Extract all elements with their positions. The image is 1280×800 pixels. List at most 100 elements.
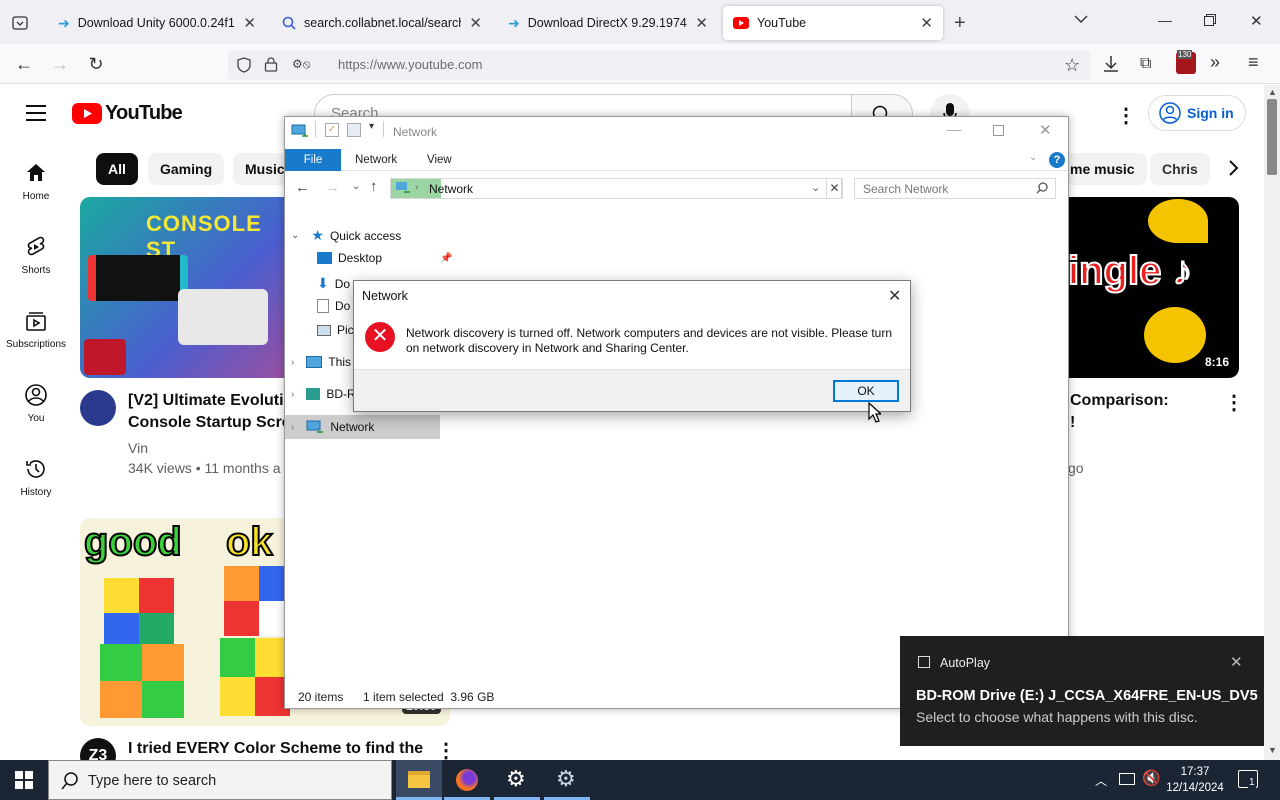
collapsed-chevron-icon[interactable]: ›	[291, 389, 294, 400]
close-tab-icon[interactable]: ✕	[920, 14, 933, 32]
quick-access-dropdown-icon[interactable]: ▾	[369, 121, 374, 132]
restore-icon[interactable]	[1204, 14, 1216, 26]
back-icon[interactable]: ←	[295, 179, 310, 196]
browser-tab-directx[interactable]: ➜ Download DirectX 9.29.1974.1 f ✕	[498, 6, 718, 40]
tab-view[interactable]: View	[413, 149, 466, 171]
channel-name[interactable]: Vin	[128, 440, 148, 456]
sidebar-item-history[interactable]: History	[0, 457, 72, 498]
chip-christmas[interactable]: Chris	[1150, 153, 1210, 185]
video-title-line2[interactable]: !	[1070, 412, 1075, 434]
close-dialog-icon[interactable]: ✕	[888, 286, 901, 306]
show-hidden-icons-icon[interactable]: ︿	[1095, 772, 1107, 789]
pin-icon[interactable]: 📌	[440, 253, 452, 264]
bookmark-star-icon[interactable]: ☆	[1064, 55, 1080, 76]
minimize-icon[interactable]: —	[1158, 12, 1172, 28]
url-bar[interactable]: ⚙⦸ https://www.youtube.com	[228, 50, 1090, 80]
sign-in-button[interactable]: Sign in	[1148, 95, 1246, 131]
tree-item-downloads[interactable]: ⬇ Do	[317, 275, 350, 292]
tree-item-network[interactable]: › Network	[285, 415, 440, 439]
address-dropdown-icon[interactable]: ⌄	[811, 181, 820, 194]
forward-icon[interactable]: →	[46, 50, 74, 78]
maximize-icon[interactable]	[993, 125, 1004, 136]
new-tab-icon[interactable]: +	[954, 12, 966, 35]
tree-item-quick-access[interactable]: ⌄ ★ Quick access	[291, 227, 401, 244]
notification-center-icon[interactable]: 1	[1238, 770, 1258, 788]
hamburger-menu-icon[interactable]	[26, 105, 46, 121]
sidebar-item-shorts[interactable]: Shorts	[0, 235, 72, 276]
sidebar-item-home[interactable]: Home	[0, 161, 72, 202]
channel-avatar[interactable]	[80, 390, 116, 426]
menu-icon[interactable]: ≡	[1248, 52, 1259, 73]
sidebar-item-subscriptions[interactable]: Subscriptions	[0, 309, 72, 350]
properties-icon[interactable]: ✓	[325, 123, 339, 137]
tree-item-pictures[interactable]: Pic	[317, 323, 354, 337]
video-title-line2[interactable]: Console Startup Scree	[128, 412, 300, 434]
taskbar-search-box[interactable]: Type here to search	[48, 760, 392, 800]
tree-item-this-pc[interactable]: › This	[291, 355, 351, 369]
chip-gaming[interactable]: Gaming	[148, 153, 225, 185]
setup-taskbar-button[interactable]: ⚙	[544, 760, 590, 800]
minimize-icon[interactable]: —	[947, 121, 961, 137]
url-text[interactable]: https://www.youtube.com	[338, 57, 483, 72]
more-options-icon[interactable]: ⋮	[1116, 103, 1136, 128]
browser-tab-search[interactable]: search.collabnet.local/search ✕	[272, 6, 492, 40]
tree-item-desktop[interactable]: Desktop 📌	[317, 251, 452, 265]
ok-button[interactable]: OK	[833, 380, 899, 402]
autoplay-notification[interactable]: AutoPlay ✕ BD-ROM Drive (E:) J_CCSA_X64F…	[900, 636, 1264, 746]
clock[interactable]: 17:37 12/14/2024	[1162, 764, 1228, 796]
scroll-down-icon[interactable]: ▼	[1268, 745, 1277, 755]
video-more-icon[interactable]: ⋮	[436, 738, 456, 760]
extensions-icon[interactable]: ⧉	[1140, 55, 1151, 73]
video-title[interactable]: [V2] Ultimate Evolutio	[128, 390, 293, 412]
chevron-down-icon[interactable]	[1074, 14, 1088, 24]
network-status-icon[interactable]	[1119, 773, 1135, 785]
close-window-icon[interactable]: ✕	[1250, 12, 1263, 30]
settings-taskbar-button[interactable]: ⚙	[494, 760, 540, 800]
volume-muted-icon[interactable]: 🔇	[1142, 769, 1161, 787]
scrollbar-thumb[interactable]	[1267, 99, 1277, 175]
permissions-icon[interactable]: ⚙⦸	[292, 57, 311, 72]
chip-music-partial[interactable]: me music	[1058, 153, 1147, 185]
collapsed-chevron-icon[interactable]: ›	[291, 422, 294, 433]
sidebar-item-you[interactable]: You	[0, 383, 72, 424]
close-tab-icon[interactable]: ✕	[469, 14, 482, 32]
collapsed-chevron-icon[interactable]: ›	[291, 357, 294, 368]
youtube-logo[interactable]: YouTube	[72, 102, 183, 125]
close-notification-icon[interactable]: ✕	[1230, 653, 1243, 671]
video-title[interactable]: I tried EVERY Color Scheme to find the	[128, 738, 423, 760]
address-text[interactable]: Network	[429, 182, 473, 196]
forward-icon[interactable]: →	[325, 179, 340, 196]
browser-tab-unity[interactable]: ➜ Download Unity 6000.0.24f1 for ✕	[48, 6, 266, 40]
chevron-right-icon[interactable]	[1228, 159, 1240, 177]
overflow-chevron-icon[interactable]: »	[1210, 52, 1220, 73]
close-tab-icon[interactable]: ✕	[243, 14, 256, 32]
reload-icon[interactable]: ↻	[82, 50, 110, 78]
back-icon[interactable]: ←	[10, 50, 38, 78]
tab-network[interactable]: Network	[341, 149, 411, 171]
ublock-extension-icon[interactable]: 130	[1176, 50, 1196, 74]
firefox-taskbar-button[interactable]	[444, 760, 490, 800]
file-explorer-taskbar-button[interactable]	[396, 760, 442, 800]
new-folder-icon[interactable]	[347, 123, 361, 137]
start-button[interactable]	[0, 760, 48, 800]
scroll-up-icon[interactable]: ▲	[1268, 87, 1277, 97]
chip-all[interactable]: All	[96, 153, 138, 185]
close-tab-icon[interactable]: ✕	[695, 14, 708, 32]
up-icon[interactable]: ↑	[370, 178, 378, 195]
video-thumbnail[interactable]: ingle ♪ 8:16	[1068, 197, 1239, 378]
tree-item-bd-drive[interactable]: › BD-R	[291, 387, 356, 401]
video-thumbnail[interactable]: CONSOLE ST	[80, 197, 290, 378]
close-window-icon[interactable]: ✕	[1039, 121, 1052, 139]
help-icon[interactable]: ?	[1049, 152, 1065, 168]
video-more-icon[interactable]: ⋮	[1224, 390, 1244, 415]
recent-locations-icon[interactable]: ⌄	[352, 181, 360, 192]
tab-list-icon[interactable]	[8, 12, 32, 34]
tree-item-documents[interactable]: Do	[317, 299, 350, 313]
downloads-icon[interactable]	[1103, 55, 1119, 73]
search-network-input[interactable]: Search Network	[854, 178, 1056, 199]
channel-avatar[interactable]: Z3	[80, 738, 116, 760]
expanded-chevron-icon[interactable]: ⌄	[291, 230, 299, 241]
address-bar[interactable]: › Network ⌄	[390, 178, 842, 199]
video-title[interactable]: Comparison:	[1070, 390, 1169, 412]
page-scrollbar[interactable]: ▲ ▼	[1264, 85, 1280, 760]
